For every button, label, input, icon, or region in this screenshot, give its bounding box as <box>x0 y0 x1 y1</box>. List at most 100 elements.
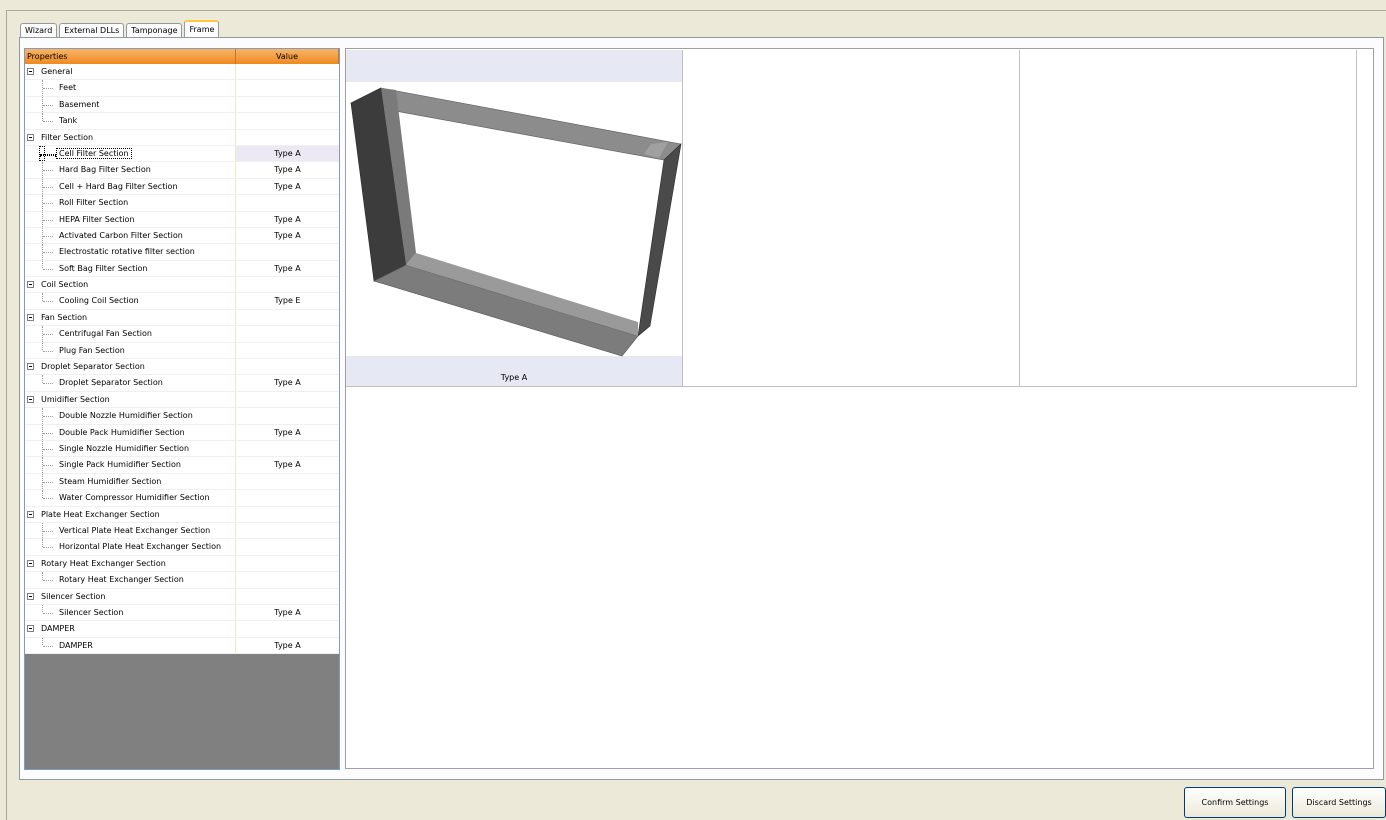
property-row[interactable]: Droplet Separator Section Type A <box>25 375 339 392</box>
property-value-cell[interactable] <box>236 441 339 456</box>
property-value-cell[interactable]: Type A <box>236 638 339 653</box>
property-row[interactable]: Soft Bag Filter Section Type A <box>25 260 339 278</box>
property-name-cell: Droplet Separator Section <box>25 359 236 375</box>
property-value-cell[interactable] <box>236 97 339 112</box>
property-value-cell[interactable] <box>236 277 339 292</box>
tab-wizard[interactable]: Wizard <box>20 23 58 38</box>
property-value-cell[interactable]: Type A <box>236 162 339 177</box>
collapse-icon[interactable] <box>27 559 34 567</box>
property-group-row[interactable]: Droplet Separator Section <box>25 359 339 376</box>
property-value-cell[interactable] <box>236 359 339 374</box>
confirm-settings-button[interactable]: Confirm Settings <box>1184 787 1286 818</box>
property-row[interactable]: HEPA Filter Section Type A <box>25 211 339 228</box>
property-group-row[interactable]: Rotary Heat Exchanger Section <box>25 555 339 573</box>
property-value-cell[interactable] <box>236 195 339 210</box>
property-group-row[interactable]: Umidifier Section <box>25 391 339 409</box>
property-label: Single Nozzle Humidifier Section <box>59 443 190 453</box>
property-group-row[interactable]: Fan Section <box>25 309 339 327</box>
collapse-icon[interactable] <box>27 625 34 633</box>
property-value-cell[interactable] <box>236 343 339 358</box>
property-row[interactable]: Activated Carbon Filter Section Type A <box>25 227 339 245</box>
property-group-row[interactable]: General <box>25 64 339 81</box>
property-value-cell[interactable] <box>236 523 339 538</box>
discard-settings-button[interactable]: Discard Settings <box>1292 787 1386 818</box>
property-value-cell[interactable] <box>236 556 339 571</box>
property-value-cell[interactable] <box>236 64 339 79</box>
collapse-icon[interactable] <box>27 395 34 403</box>
property-row[interactable]: Rotary Heat Exchanger Section <box>25 572 339 589</box>
property-value-cell[interactable] <box>236 589 339 604</box>
property-value-cell[interactable] <box>236 474 339 489</box>
property-row[interactable]: Cell + Hard Bag Filter Section Type A <box>25 178 339 196</box>
property-name-cell: General <box>25 64 236 80</box>
property-row[interactable]: Water Compressor Humidifier Section <box>25 490 339 507</box>
property-grid: Properties Value General Feet Basement Tank… <box>24 48 340 770</box>
column-header-value[interactable]: Value <box>236 49 339 64</box>
property-value-cell[interactable]: Type A <box>236 375 339 390</box>
property-value-cell[interactable] <box>236 490 339 505</box>
property-value-cell[interactable] <box>236 539 339 554</box>
property-row[interactable]: Cooling Coil Section Type E <box>25 293 339 310</box>
tree-branch-icon <box>43 268 53 270</box>
property-value-cell[interactable] <box>236 80 339 95</box>
property-row[interactable]: Centrifugal Fan Section <box>25 326 339 343</box>
collapse-icon[interactable] <box>27 281 34 289</box>
property-value-cell[interactable] <box>236 326 339 341</box>
collapse-icon[interactable] <box>27 133 34 141</box>
property-value-cell[interactable]: Type A <box>236 145 339 162</box>
tab-external-dlls[interactable]: External DLLs <box>59 23 125 38</box>
property-row[interactable]: Single Pack Humidifier Section Type A <box>25 457 339 474</box>
property-row[interactable]: Double Pack Humidifier Section Type A <box>25 424 339 441</box>
property-row[interactable]: DAMPER Type A <box>25 637 339 655</box>
property-value-cell[interactable]: Type A <box>236 179 339 194</box>
property-name-cell: Droplet Separator Section <box>25 375 236 391</box>
property-value-cell[interactable] <box>236 621 339 636</box>
property-group-row[interactable]: Silencer Section <box>25 588 339 605</box>
collapse-icon[interactable] <box>27 313 34 321</box>
property-group-row[interactable]: DAMPER <box>25 621 339 638</box>
property-row[interactable]: Cell Filter Section Type A <box>25 145 339 163</box>
collapse-icon[interactable] <box>27 363 34 371</box>
property-row[interactable]: Basement <box>25 96 339 114</box>
property-value-cell[interactable] <box>236 113 339 128</box>
property-value-cell[interactable] <box>236 408 339 423</box>
property-row[interactable]: Vertical Plate Heat Exchanger Section <box>25 522 339 540</box>
property-value-cell[interactable]: Type A <box>236 212 339 227</box>
property-row[interactable]: Horizontal Plate Heat Exchanger Section <box>25 539 339 556</box>
property-group-row[interactable]: Filter Section <box>25 129 339 146</box>
property-row[interactable]: Hard Bag Filter Section Type A <box>25 162 339 179</box>
property-group-row[interactable]: Coil Section <box>25 277 339 294</box>
collapse-icon[interactable] <box>27 510 34 518</box>
property-value-cell[interactable]: Type A <box>236 425 339 440</box>
property-value-cell[interactable]: Type A <box>236 457 339 472</box>
property-row[interactable]: Roll Filter Section <box>25 195 339 212</box>
property-value-cell[interactable]: Type A <box>236 261 339 276</box>
property-value-cell[interactable] <box>236 507 339 522</box>
property-row[interactable]: Steam Humidifier Section <box>25 473 339 491</box>
property-row[interactable]: Electrostatic rotative filter section <box>25 244 339 261</box>
frame-option-tile-empty[interactable] <box>1020 50 1357 387</box>
property-row[interactable]: Silencer Section Type A <box>25 604 339 622</box>
property-value-cell[interactable]: Type E <box>236 293 339 308</box>
property-group-row[interactable]: Plate Heat Exchanger Section <box>25 506 339 523</box>
column-header-properties[interactable]: Properties <box>25 49 236 64</box>
property-row[interactable]: Double Nozzle Humidifier Section <box>25 408 339 425</box>
property-value-cell[interactable] <box>236 572 339 587</box>
property-row[interactable]: Plug Fan Section <box>25 342 339 360</box>
property-value-cell[interactable]: Type A <box>236 228 339 243</box>
frame-option-tile-empty[interactable] <box>683 50 1020 387</box>
collapse-icon[interactable] <box>27 68 34 75</box>
property-name-cell: Basement <box>25 96 236 113</box>
property-name-cell: Steam Humidifier Section <box>25 473 236 490</box>
property-value-cell[interactable] <box>236 244 339 259</box>
property-value-cell[interactable] <box>236 392 339 407</box>
property-row[interactable]: Tank <box>25 113 339 130</box>
property-value-cell[interactable]: Type A <box>236 605 339 620</box>
collapse-icon[interactable] <box>27 592 34 600</box>
property-value-cell[interactable] <box>236 130 339 145</box>
property-value-cell[interactable] <box>236 310 339 325</box>
frame-option-tile[interactable]: Type A <box>346 50 683 387</box>
property-row[interactable]: Feet <box>25 80 339 97</box>
property-row[interactable]: Single Nozzle Humidifier Section <box>25 440 339 458</box>
tab-tamponage[interactable]: Tamponage <box>126 23 183 38</box>
